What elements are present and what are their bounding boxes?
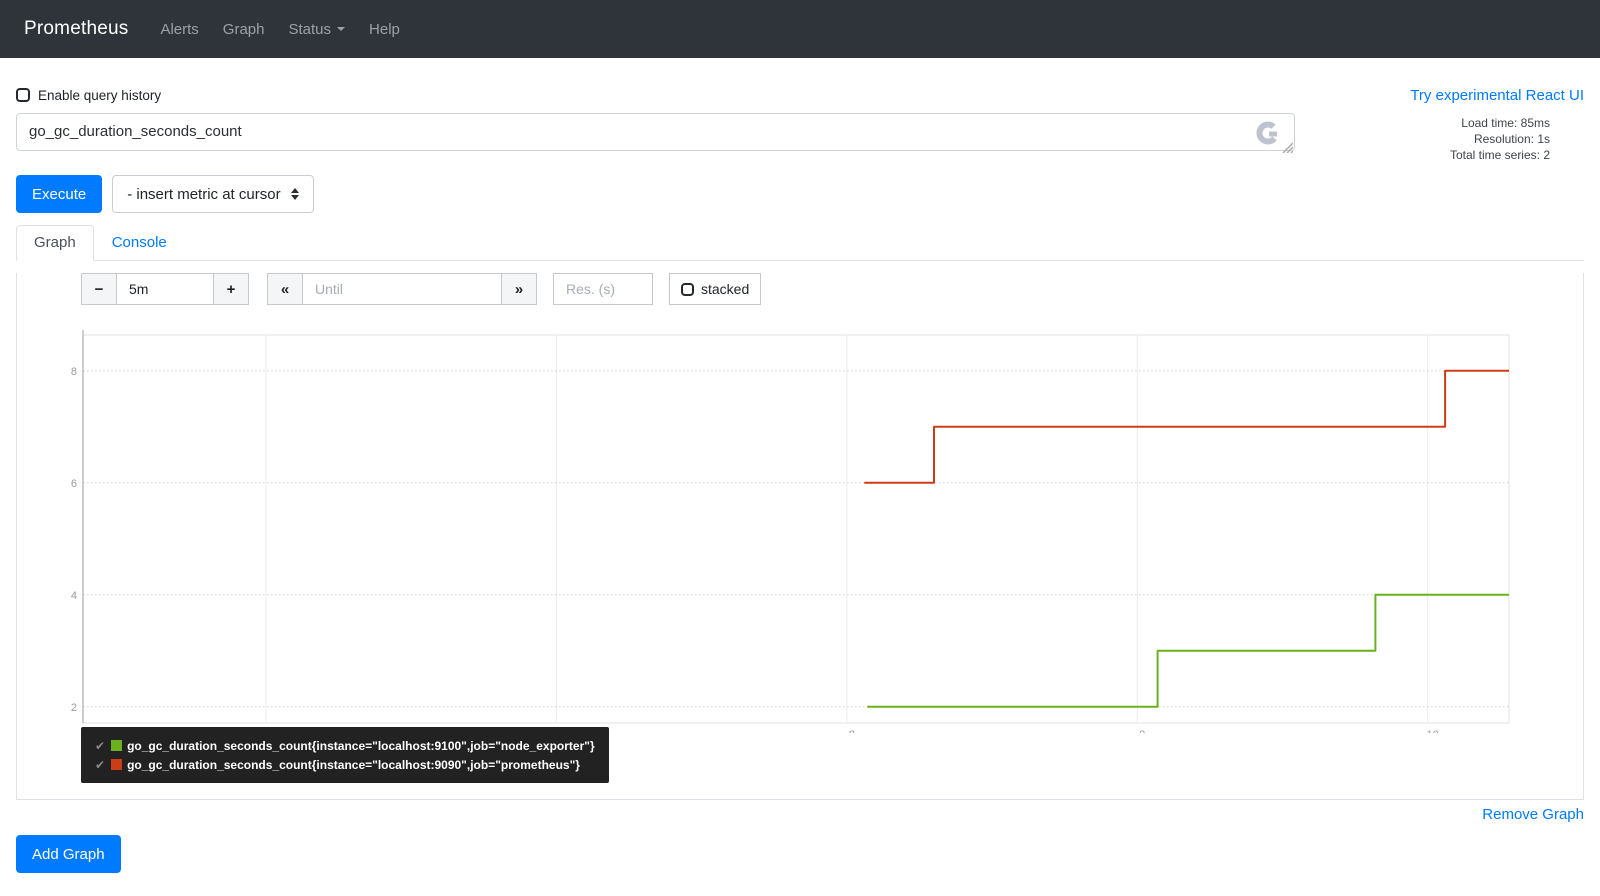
top-navbar: Prometheus Alerts Graph Status Help [0, 0, 1600, 58]
enable-query-history-toggle[interactable]: Enable query history [16, 88, 161, 103]
series-visible-check-icon[interactable]: ✔ [95, 758, 105, 772]
query-history-label: Enable query history [38, 87, 162, 103]
nav-item-help[interactable]: Help [369, 21, 400, 38]
series-color-swatch [111, 759, 123, 770]
series-visible-check-icon[interactable]: ✔ [95, 739, 105, 753]
series-color-swatch [111, 740, 123, 751]
range-increase-button[interactable]: + [213, 273, 249, 305]
chart-legend: ✔ go_gc_duration_seconds_count{instance="… [81, 727, 609, 783]
range-input[interactable] [116, 273, 214, 305]
series-label: go_gc_duration_seconds_count{instance="l… [127, 757, 580, 772]
main-content: Enable query history Try experimental Re… [0, 85, 1600, 873]
stacked-toggle[interactable]: stacked [669, 273, 762, 305]
add-graph-button[interactable]: Add Graph [16, 835, 121, 873]
svg-text:6: 6 [71, 478, 77, 490]
stat-load-time: Load time: 85ms [1461, 116, 1550, 130]
legend-item[interactable]: ✔ go_gc_duration_seconds_count{instance="… [95, 755, 595, 774]
legend-item[interactable]: ✔ go_gc_duration_seconds_count{instance="… [95, 736, 595, 755]
query-history-checkbox[interactable] [16, 88, 30, 102]
resize-grip-icon[interactable] [1280, 140, 1293, 153]
time-forward-button[interactable]: » [501, 273, 537, 305]
svg-text:8: 8 [71, 366, 77, 378]
stacked-checkbox[interactable] [681, 282, 694, 296]
graph-panel: − + « » stacked 6789102468 ✔go_gc_durati… [16, 273, 1584, 800]
range-decrease-button[interactable]: − [81, 273, 117, 305]
app-brand[interactable]: Prometheus [24, 18, 128, 40]
refresh-icon [1256, 121, 1280, 145]
nav-item-alerts[interactable]: Alerts [160, 21, 198, 38]
insert-metric-dropdown[interactable]: - insert metric at cursor [112, 175, 314, 213]
view-tabs: Graph Console [16, 225, 1584, 261]
series-label: go_gc_duration_seconds_count{instance="l… [127, 738, 595, 753]
navbar-items: Alerts Graph Status Help [160, 21, 399, 38]
svg-text:9: 9 [1139, 729, 1145, 733]
svg-text:2: 2 [71, 702, 77, 714]
until-input[interactable] [302, 273, 502, 305]
remove-graph-link[interactable]: Remove Graph [1482, 806, 1584, 823]
tab-console[interactable]: Console [94, 225, 185, 260]
stat-total-series: Total time series: 2 [1449, 148, 1550, 162]
stacked-label: stacked [701, 281, 750, 297]
nav-item-status[interactable]: Status [289, 21, 346, 38]
graph-controls: − + « » stacked [81, 273, 1583, 305]
execute-button[interactable]: Execute [16, 175, 103, 213]
query-expression-input[interactable]: go_gc_duration_seconds_count [16, 113, 1295, 151]
resolution-input[interactable] [553, 273, 653, 305]
time-back-button[interactable]: « [267, 273, 303, 305]
stat-resolution: Resolution: 1s [1473, 132, 1550, 146]
insert-metric-dropdown-label: - insert metric at cursor [127, 185, 281, 203]
chevron-down-icon [337, 27, 346, 31]
query-input-wrap: go_gc_duration_seconds_count [16, 113, 1295, 156]
svg-text:10: 10 [1427, 729, 1439, 733]
sort-arrows-icon [290, 188, 299, 200]
query-stats: Load time: 85ms Resolution: 1s Total tim… [1450, 113, 1584, 163]
react-ui-link[interactable]: Try experimental React UI [1410, 87, 1584, 104]
nav-item-graph[interactable]: Graph [223, 21, 265, 38]
svg-text:4: 4 [71, 590, 77, 602]
time-series-chart[interactable]: 6789102468 [67, 329, 1519, 733]
nav-item-status-label: Status [288, 20, 332, 38]
tab-graph[interactable]: Graph [16, 225, 94, 261]
svg-text:8: 8 [849, 729, 855, 733]
